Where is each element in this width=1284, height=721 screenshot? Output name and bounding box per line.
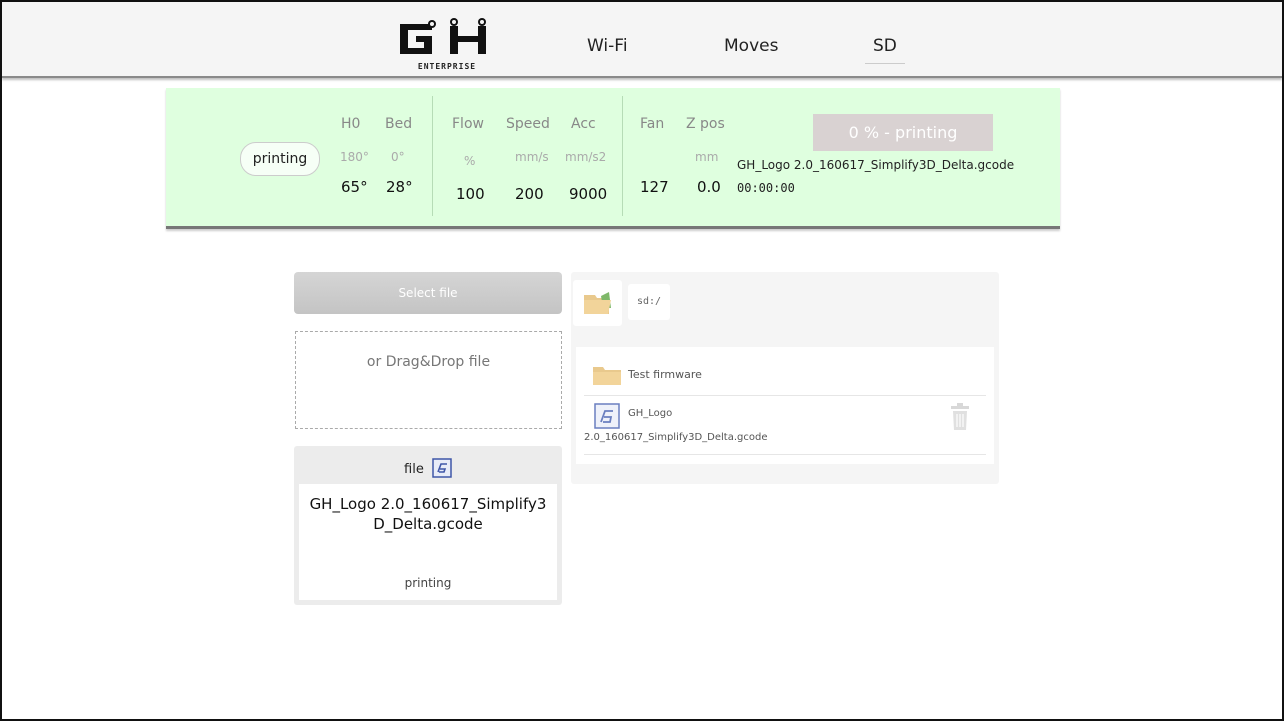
fan-header: Fan xyxy=(640,116,665,132)
nav-active-indicator xyxy=(865,63,905,64)
elapsed-time: 00:00:00 xyxy=(737,181,795,195)
flow-unit: % xyxy=(464,154,476,168)
open-folder-icon xyxy=(584,292,611,314)
bed-value: 28° xyxy=(386,178,413,196)
gcode-file-icon[interactable] xyxy=(594,403,620,429)
zpos-value: 0.0 xyxy=(697,178,721,196)
printer-state-badge[interactable]: printing xyxy=(240,142,320,176)
top-navbar xyxy=(2,2,1282,78)
nav-moves[interactable]: Moves xyxy=(724,36,778,56)
folder-icon[interactable] xyxy=(592,364,622,386)
zpos-header: Z pos xyxy=(686,116,725,132)
h0-target[interactable]: 180° xyxy=(340,150,369,164)
row-divider xyxy=(584,395,986,396)
acc-value[interactable]: 9000 xyxy=(569,185,607,203)
status-divider xyxy=(622,96,623,216)
logo-subtitle: ENTERPRISE xyxy=(417,62,477,71)
folder-name[interactable]: Test firmware xyxy=(628,368,702,381)
h0-value: 65° xyxy=(341,178,368,196)
bed-header: Bed xyxy=(385,116,413,132)
flow-value[interactable]: 100 xyxy=(456,185,485,203)
acc-unit: mm/s2 xyxy=(565,150,607,164)
file-list xyxy=(576,347,994,464)
h0-header: H0 xyxy=(341,116,361,132)
print-progress[interactable]: 0 % - printing xyxy=(813,114,993,151)
folder-up-button[interactable] xyxy=(573,280,622,326)
row-divider xyxy=(584,454,986,455)
speed-value[interactable]: 200 xyxy=(515,185,544,203)
file-card-header: file xyxy=(294,458,562,478)
trash-icon[interactable] xyxy=(949,403,971,431)
selected-file-card: file GH_Logo 2.0_160617_Simplify3D_Delta… xyxy=(294,446,562,605)
drop-zone[interactable]: or Drag&Drop file xyxy=(295,331,562,429)
bed-target[interactable]: 0° xyxy=(391,150,405,164)
speed-header: Speed xyxy=(506,116,550,132)
current-file-name: GH_Logo 2.0_160617_Simplify3D_Delta.gcod… xyxy=(737,158,1015,172)
zpos-unit: mm xyxy=(695,150,719,164)
file-name-line1[interactable]: GH_Logo xyxy=(628,408,672,419)
status-divider xyxy=(432,96,433,216)
nav-wifi[interactable]: Wi-Fi xyxy=(587,36,628,56)
speed-unit: mm/s xyxy=(515,150,549,164)
file-card-state: printing xyxy=(404,576,452,590)
flow-header: Flow xyxy=(452,116,484,132)
file-card-title: file xyxy=(404,462,424,477)
gcode-file-icon xyxy=(432,458,452,478)
current-path[interactable]: sd:/ xyxy=(628,284,670,320)
acc-header: Acc xyxy=(571,116,596,132)
drop-zone-label: or Drag&Drop file xyxy=(366,354,491,370)
select-file-button[interactable]: Select file xyxy=(294,272,562,314)
file-card-body: GH_Logo 2.0_160617_Simplify3D_Delta.gcod… xyxy=(299,484,557,600)
fan-value[interactable]: 127 xyxy=(640,178,669,196)
file-name-line2[interactable]: 2.0_160617_Simplify3D_Delta.gcode xyxy=(584,432,768,443)
file-card-filename: GH_Logo 2.0_160617_Simplify3D_Delta.gcod… xyxy=(309,495,547,533)
nav-sd[interactable]: SD xyxy=(873,36,897,56)
